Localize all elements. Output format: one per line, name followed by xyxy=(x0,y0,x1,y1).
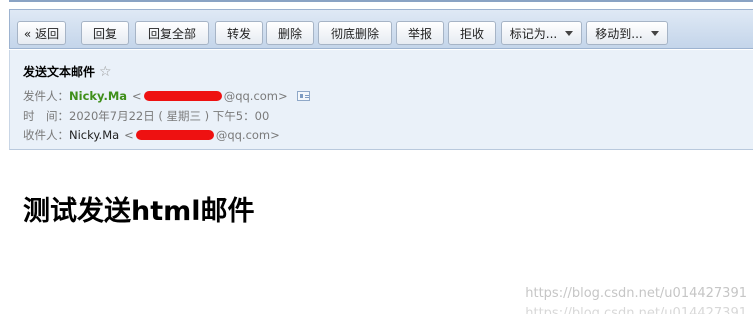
chevron-down-icon xyxy=(565,30,574,36)
recipient-email-suffix: @qq.com> xyxy=(215,128,280,142)
sender-label: 发件人： xyxy=(23,89,69,103)
reply-button[interactable]: 回复 xyxy=(81,21,129,45)
watermark: https://blog.csdn.net/u014427391 xyxy=(525,286,747,301)
reject-button-label: 拒收 xyxy=(459,26,484,41)
delete-button-label: 删除 xyxy=(277,26,302,41)
recipient-name[interactable]: Nicky.Ma xyxy=(69,128,119,142)
mark-as-dropdown[interactable]: 标记为... xyxy=(501,21,582,45)
report-button-label: 举报 xyxy=(407,26,432,41)
mail-subject: 发送文本邮件 xyxy=(23,65,96,79)
reject-button[interactable]: 拒收 xyxy=(448,21,496,45)
sender-row: 发件人： Nicky.Ma < @qq.com> xyxy=(23,88,310,104)
mail-header: 发送文本邮件 ☆ 发件人： Nicky.Ma < @qq.com> 时 间： 2… xyxy=(9,50,753,150)
star-icon[interactable]: ☆ xyxy=(99,65,112,79)
report-button[interactable]: 举报 xyxy=(396,21,444,45)
delete-forever-button-label: 彻底删除 xyxy=(330,26,379,41)
delete-button[interactable]: 删除 xyxy=(266,21,314,45)
time-row: 时 间： 2020年7月22日 ( 星期三 ) 下午5：00 xyxy=(23,108,269,124)
redaction-mark xyxy=(135,130,214,140)
move-to-label: 移动到... xyxy=(595,26,643,41)
recipient-row: 收件人： Nicky.Ma < @qq.com> xyxy=(23,127,280,143)
reply-button-label: 回复 xyxy=(92,26,117,41)
chevron-down-icon xyxy=(650,30,659,36)
body-heading: 测试发送html邮件 xyxy=(23,196,255,227)
reply-all-button-label: 回复全部 xyxy=(147,26,196,41)
mail-toolbar: « 返回 回复 回复全部 转发 删除 彻底删除 举报 拒收 标记为... 移动到… xyxy=(9,9,753,49)
forward-button[interactable]: 转发 xyxy=(215,21,263,45)
window-left-margin xyxy=(0,0,9,314)
sender-name[interactable]: Nicky.Ma xyxy=(69,89,127,103)
subject-row: 发送文本邮件 ☆ xyxy=(23,63,112,80)
time-label: 时 间： xyxy=(23,109,69,123)
back-button[interactable]: « 返回 xyxy=(17,21,66,45)
contact-card-icon[interactable] xyxy=(296,91,310,101)
move-to-dropdown[interactable]: 移动到... xyxy=(586,21,668,45)
redaction-mark xyxy=(143,91,222,101)
recipient-label: 收件人： xyxy=(23,128,69,142)
delete-forever-button[interactable]: 彻底删除 xyxy=(318,21,392,45)
recipient-email-open: < xyxy=(124,128,134,142)
time-value: 2020年7月22日 ( 星期三 ) 下午5：00 xyxy=(69,109,270,123)
sender-email-suffix: @qq.com> xyxy=(223,89,288,103)
reply-all-button[interactable]: 回复全部 xyxy=(135,21,209,45)
watermark-cut: https://blog.csdn.net/u014427391 xyxy=(525,306,747,314)
forward-button-label: 转发 xyxy=(226,26,251,41)
window-top-strip xyxy=(0,0,753,2)
sender-email-open: < xyxy=(132,89,142,103)
back-button-label: « 返回 xyxy=(23,26,60,41)
mark-as-label: 标记为... xyxy=(509,26,558,41)
